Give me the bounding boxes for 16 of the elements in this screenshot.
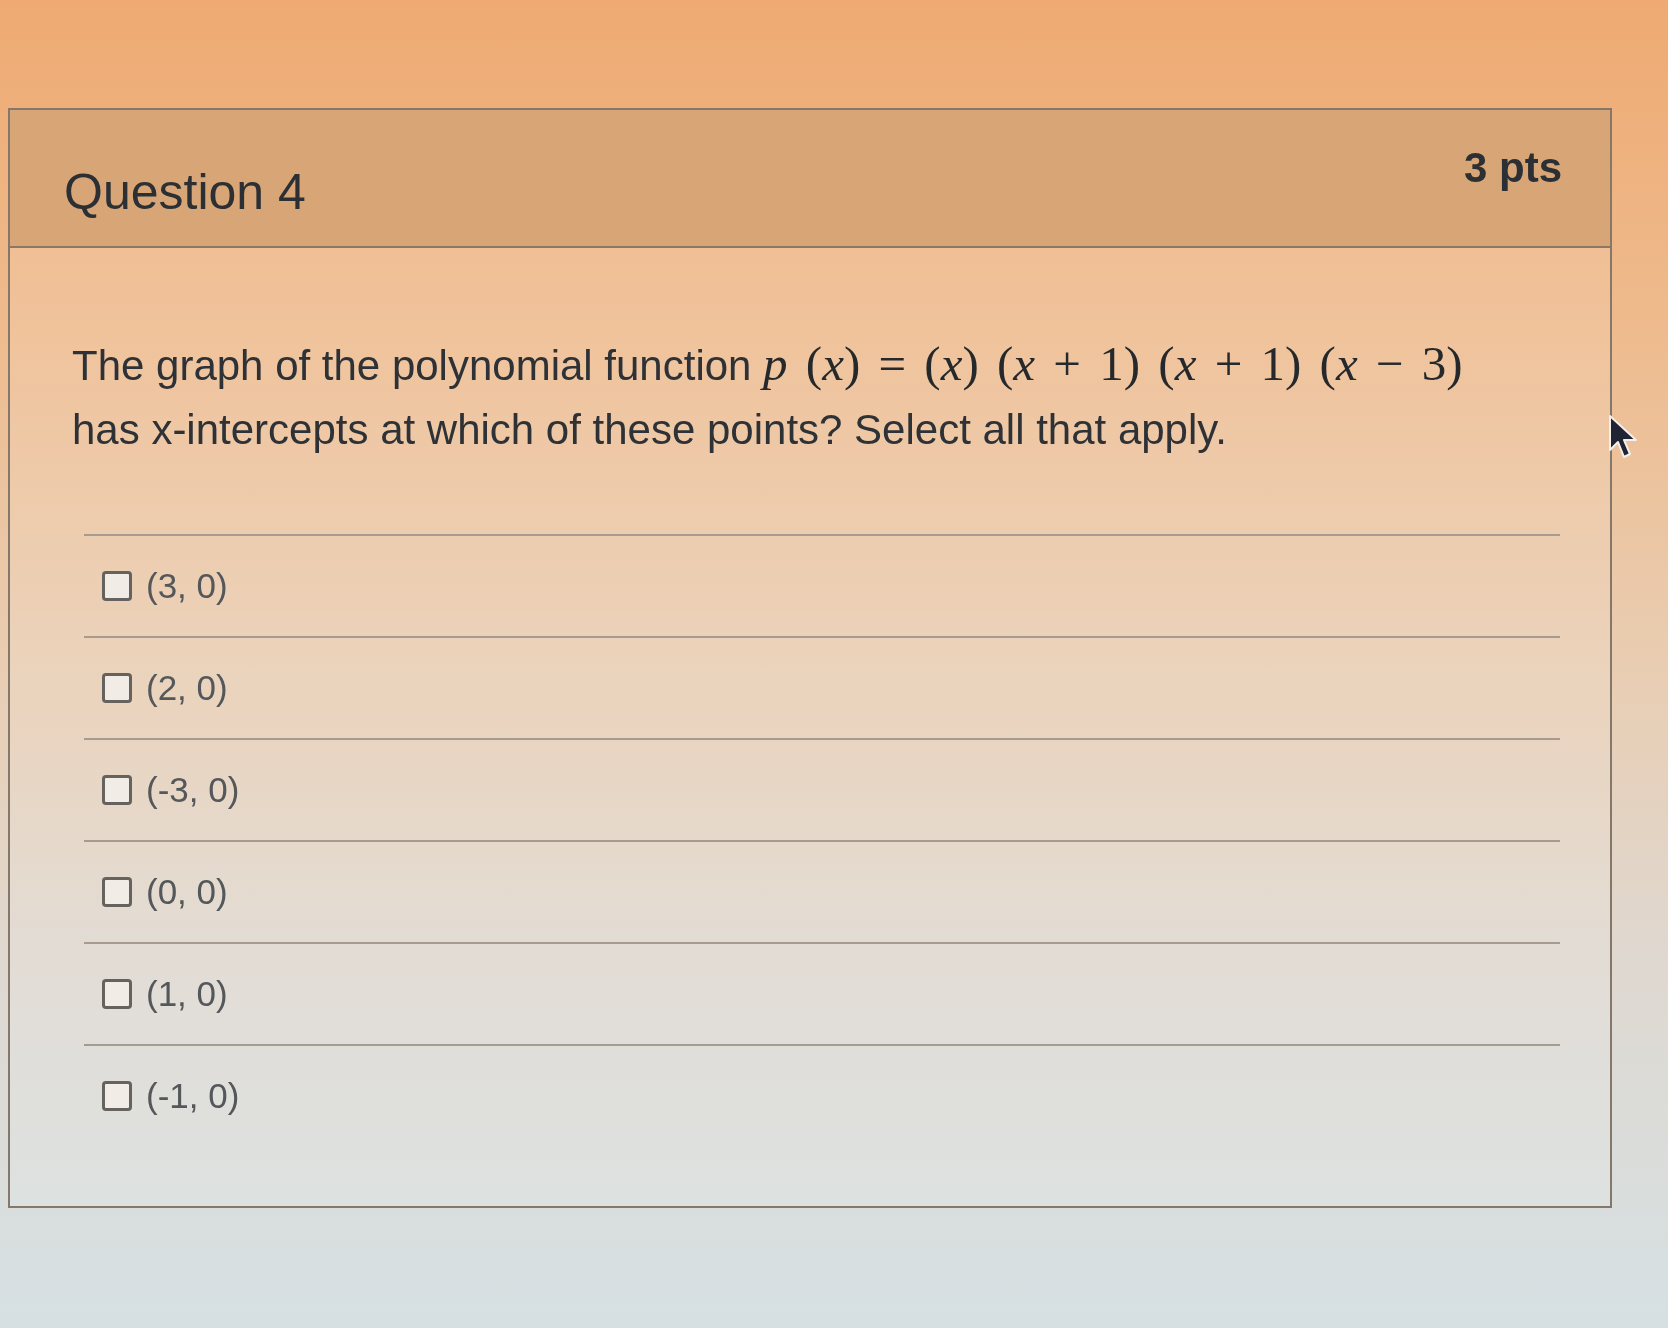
checkbox[interactable] <box>102 1081 132 1111</box>
checkbox[interactable] <box>102 877 132 907</box>
option-label[interactable]: (3, 0) <box>146 565 228 607</box>
checkbox[interactable] <box>102 775 132 805</box>
points-label: 3 pts <box>1463 144 1562 193</box>
option-label[interactable]: (1, 0) <box>146 973 228 1015</box>
question-title: Question 4 <box>64 164 306 222</box>
checkbox[interactable] <box>102 673 132 703</box>
option-label[interactable]: (0, 0) <box>146 871 228 913</box>
checkbox[interactable] <box>102 571 132 601</box>
checkbox[interactable] <box>102 979 132 1009</box>
option-label[interactable]: (-1, 0) <box>146 1075 240 1117</box>
question-text: The graph of the polynomial function p (x) = (x) (x + 1) (x + 1) (x − 3) has x-intercepts at which of these points? Select all that apply. <box>72 335 1464 455</box>
cursor-icon <box>1608 414 1638 460</box>
option-label[interactable]: (2, 0) <box>146 667 228 709</box>
option-label[interactable]: (-3, 0) <box>146 769 240 811</box>
